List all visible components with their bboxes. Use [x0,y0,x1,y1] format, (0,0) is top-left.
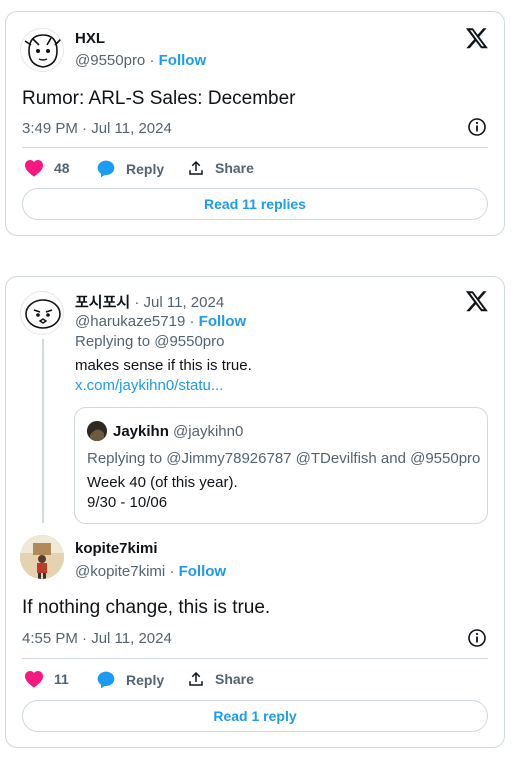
x-logo-icon[interactable] [465,289,489,313]
author-handle-line: @kopite7kimi · Follow [75,563,227,580]
avatar-harukaze[interactable] [20,291,64,335]
reply-bubble-icon [97,671,115,689]
info-icon[interactable] [467,628,487,648]
author-handle-line: @harukaze5719 · Follow [75,313,247,330]
author-handle[interactable]: @harukaze5719 [75,313,185,330]
share-icon [189,671,203,686]
timestamp[interactable]: 4:55 PM · Jul 11, 2024 [22,630,172,647]
reply-button[interactable]: Reply [96,159,164,179]
quote-author-name: Jaykihn [113,423,169,440]
author-name[interactable]: 포시포시 [75,294,130,311]
like-button[interactable]: 11 [24,670,69,688]
share-label: Share [215,671,254,687]
divider [22,147,488,148]
thread-line [42,339,44,523]
author-name[interactable]: HXL [75,30,105,47]
heart-icon [25,159,43,177]
follow-button[interactable]: Follow [179,563,227,580]
author-line: 포시포시 · Jul 11, 2024 [75,291,224,312]
avatar-jaykihn [87,421,107,441]
tweet-card-hxl: HXL @9550pro · Follow Rumor: ARL-S Sales… [5,11,505,236]
read-replies-button[interactable]: Read 11 replies [22,188,488,220]
divider [22,658,488,659]
reply-text: makes sense if this is true. [75,357,252,374]
share-button[interactable]: Share [187,159,254,177]
avatar-hxl[interactable] [20,28,64,72]
quote-author-handle: @jaykihn0 [173,423,244,440]
x-logo-icon[interactable] [465,26,489,50]
quote-text-line2: 9/30 - 10/06 [87,494,168,511]
author-handle-line: @9550pro · Follow [75,52,207,69]
share-button[interactable]: Share [187,670,254,688]
info-icon[interactable] [467,117,487,137]
post-date[interactable]: · Jul 11, 2024 [134,294,224,311]
tweet-card-thread: 포시포시 · Jul 11, 2024 @harukaze5719 · Foll… [5,276,505,748]
share-icon [189,160,203,175]
share-label: Share [215,160,254,176]
reply-label: Reply [126,161,165,177]
tweet-text: If nothing change, this is true. [22,597,271,618]
tweet-text: Rumor: ARL-S Sales: December [22,88,296,109]
quote-author-line: Jaykihn @jaykihn0 [113,423,243,440]
reply-bubble-icon [97,160,115,178]
timestamp[interactable]: 3:49 PM · Jul 11, 2024 [22,120,172,137]
like-count: 11 [54,671,69,687]
quote-text-line1: Week 40 (of this year). [87,474,238,491]
quoted-tweet[interactable]: Jaykihn @jaykihn0 Replying to @Jimmy7892… [74,407,488,524]
author-handle[interactable]: @9550pro [75,52,145,69]
heart-icon [25,670,43,688]
like-button[interactable]: 48 [24,159,70,177]
author-handle[interactable]: @kopite7kimi [75,563,165,580]
follow-button[interactable]: Follow [159,52,207,69]
quote-replying-to: Replying to @Jimmy78926787 @TDevilfish a… [87,450,481,467]
replying-to[interactable]: Replying to @9550pro [75,333,225,350]
follow-button[interactable]: Follow [199,313,247,330]
like-count: 48 [54,160,70,176]
reply-button[interactable]: Reply [96,670,164,690]
reply-label: Reply [126,672,165,688]
status-link[interactable]: x.com/jaykihn0/statu... [75,377,223,394]
read-replies-button[interactable]: Read 1 reply [22,700,488,732]
avatar-kopite7kimi[interactable] [20,535,64,579]
author-name[interactable]: kopite7kimi [75,540,158,557]
